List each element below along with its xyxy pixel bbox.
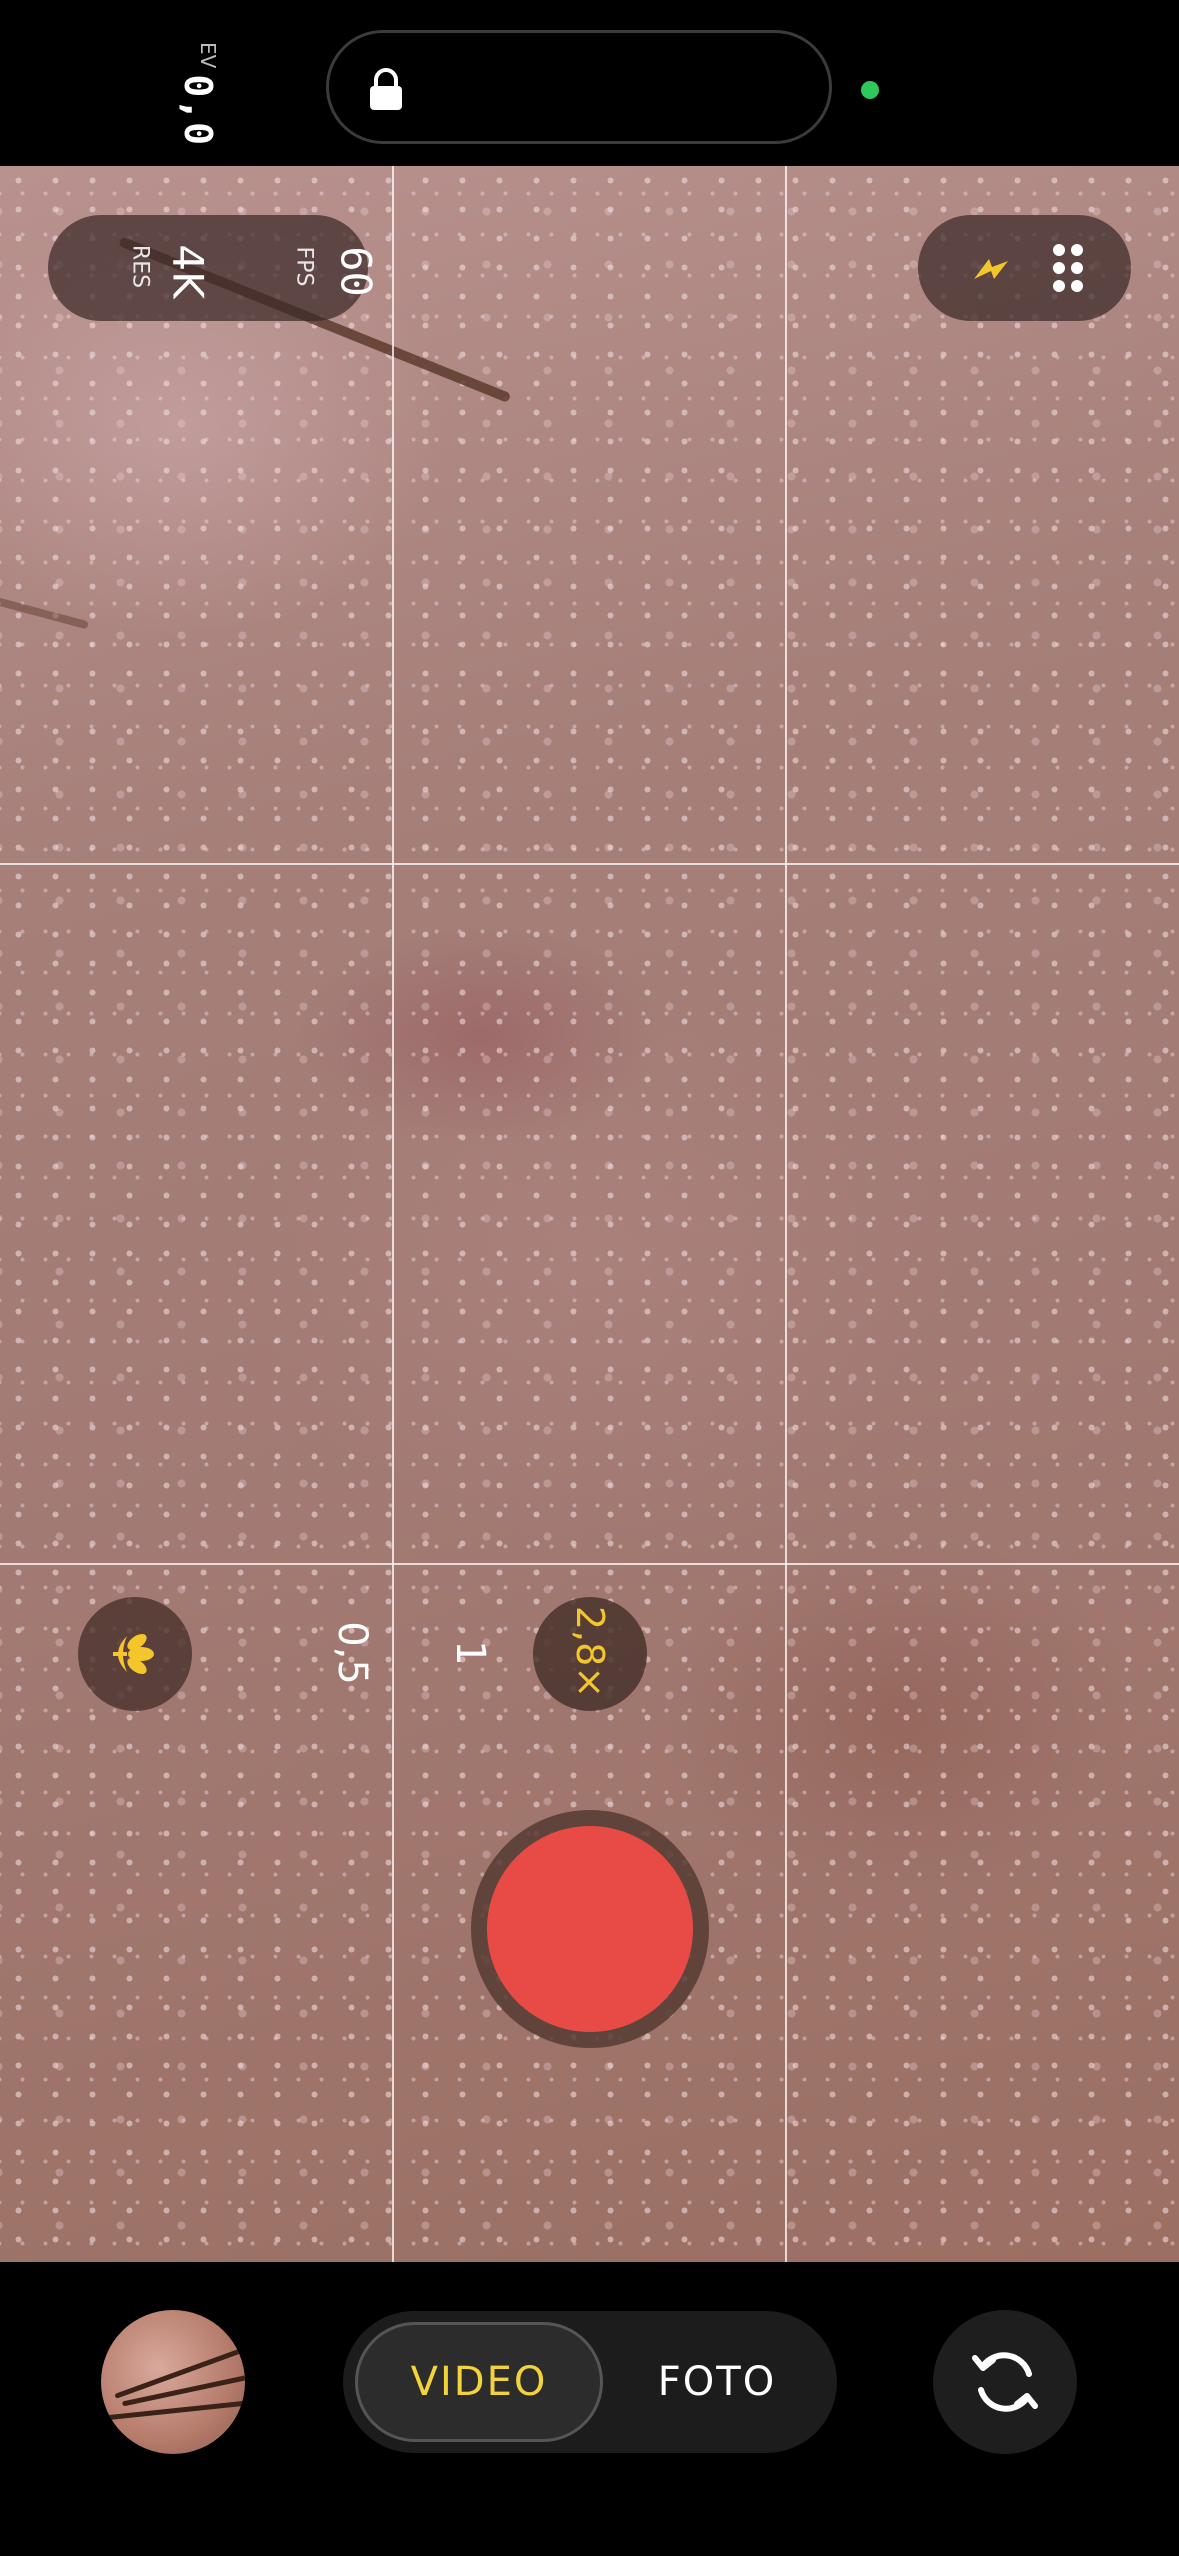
fps-label: FPS xyxy=(291,246,317,287)
grid-line-horizontal-2 xyxy=(0,1563,1179,1565)
ev-value: 0,0 xyxy=(176,74,220,146)
gallery-thumbnail[interactable] xyxy=(101,2310,245,2454)
record-button[interactable] xyxy=(487,1826,693,2032)
fps-value[interactable]: 60 xyxy=(332,232,381,312)
resolution-label: RES xyxy=(127,244,153,289)
top-status-bar: EV 0,0 xyxy=(0,0,1179,166)
zoom-0-5x-button[interactable]: 0,5 xyxy=(329,1613,375,1693)
privacy-indicator-dot xyxy=(861,81,879,99)
grid-line-horizontal-1 xyxy=(0,863,1179,865)
resolution-value[interactable]: 4K xyxy=(164,232,213,312)
mode-switch: VIDEO FOTO xyxy=(343,2311,837,2453)
zoom-2-8x-button[interactable]: 2,8× xyxy=(568,1602,612,1702)
zoom-1x-button[interactable]: 1 xyxy=(447,1633,493,1673)
bottom-controls-bar: VIDEO FOTO xyxy=(0,2262,1179,2556)
mode-photo-tab[interactable]: FOTO xyxy=(619,2322,815,2442)
macro-flower-icon xyxy=(113,1634,154,1674)
ev-label: EV xyxy=(196,42,220,69)
grid-line-vertical-2 xyxy=(785,166,787,2262)
camera-flip-icon xyxy=(972,2352,1038,2412)
macro-mode-button[interactable] xyxy=(78,1597,192,1711)
resolution-fps-pill[interactable]: RES 4K FPS 60 xyxy=(48,215,381,321)
flash-icon[interactable] xyxy=(966,245,1016,295)
dynamic-island xyxy=(326,30,832,144)
camera-flip-button[interactable] xyxy=(933,2310,1077,2454)
grid-line-vertical-1 xyxy=(392,166,394,2262)
more-options-icon[interactable] xyxy=(1052,243,1084,293)
exposure-value-indicator[interactable]: EV 0,0 xyxy=(170,40,230,146)
flash-more-pill xyxy=(918,215,1131,321)
lock-icon xyxy=(370,68,402,110)
mode-video-tab[interactable]: VIDEO xyxy=(355,2322,603,2442)
